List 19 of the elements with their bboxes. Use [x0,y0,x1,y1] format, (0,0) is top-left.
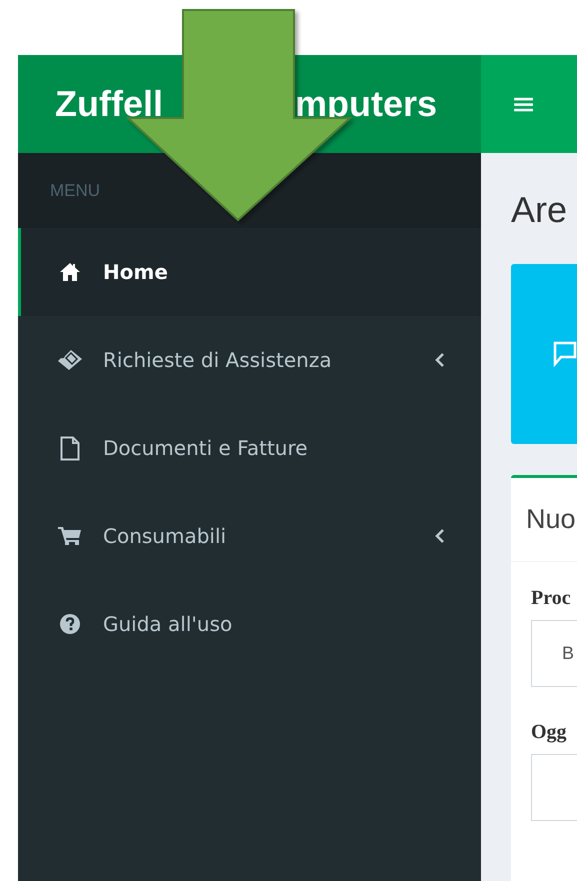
logo-text[interactable]: mputers [295,89,438,119]
home-icon [59,262,81,282]
menu-header: MENU [50,180,100,200]
input-field[interactable]: B [531,620,577,687]
page-title: Are [511,190,568,230]
sidebar-item[interactable]: Documenti e Fatture [18,404,481,492]
document-icon [60,436,80,460]
sidebar-item[interactable]: Home [18,228,481,316]
sidebar-item[interactable]: Consumabili [18,492,481,580]
chat-icon [551,340,577,368]
field-label: Proc [531,587,572,610]
panel-title: Nuo [526,504,576,535]
ticket-icon [57,349,83,371]
sidebar-item[interactable]: Guida all'uso [18,580,481,668]
cart-icon [58,526,82,546]
field-label: Ogg [531,721,568,744]
help-icon [59,613,81,635]
logo-text[interactable]: Zuffell [55,89,163,119]
sidebar-item[interactable]: Richieste di Assistenza [18,316,481,404]
